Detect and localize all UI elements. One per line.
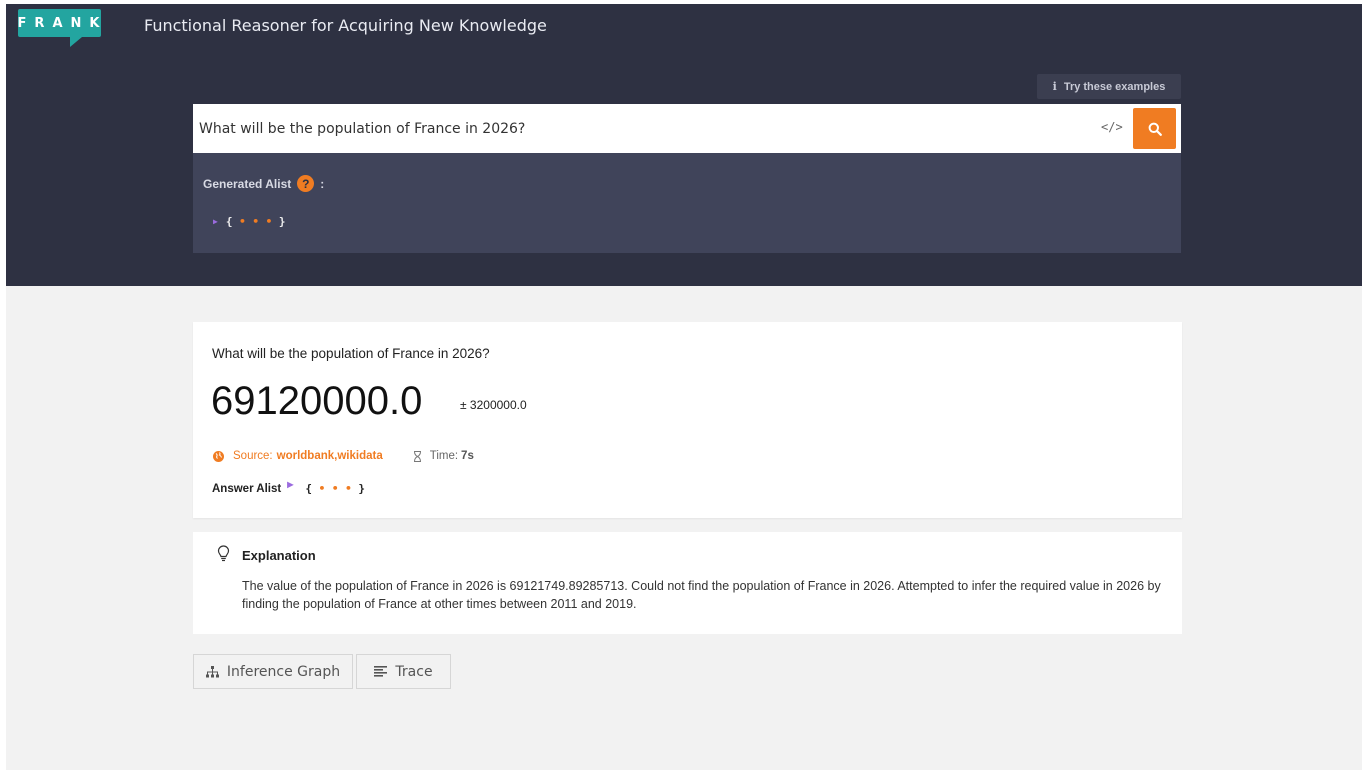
expand-caret-icon[interactable]: ▶: [213, 217, 218, 226]
header: FRANK Functional Reasoner for Acquiring …: [6, 4, 1362, 286]
trace-button[interactable]: Trace: [356, 654, 451, 689]
explanation-text: The value of the population of France in…: [242, 579, 1161, 611]
explanation-card: Explanation The value of the population …: [193, 532, 1182, 634]
app-title: Functional Reasoner for Acquiring New Kn…: [144, 16, 547, 35]
inference-graph-button[interactable]: Inference Graph: [193, 654, 353, 689]
try-examples-label: Try these examples: [1063, 80, 1166, 93]
collapsed-dots: • • •: [239, 215, 273, 228]
sitemap-icon: [205, 665, 219, 677]
hourglass-icon: [413, 450, 421, 462]
lightbulb-icon: [217, 545, 230, 562]
explanation-title: Explanation: [242, 548, 316, 563]
source-value: worldbank,wikidata: [276, 450, 383, 462]
source-label: Source:: [233, 450, 273, 462]
search-bar: </>: [193, 104, 1181, 153]
brace-open: {: [225, 215, 233, 228]
answer-alist: Answer Alist ▶ { • • • }: [212, 480, 365, 495]
generated-alist-tree: ▶ { • • • }: [213, 215, 285, 228]
generated-alist-colon: :: [320, 176, 325, 191]
frank-logo[interactable]: FRANK: [18, 9, 101, 37]
trace-label: Trace: [395, 663, 433, 680]
generated-alist-heading: Generated Alist ? :: [203, 175, 324, 192]
inference-graph-label: Inference Graph: [226, 663, 341, 680]
answer-meta: Source: worldbank,wikidata Time: 7s: [213, 450, 474, 462]
info-icon: i: [1052, 80, 1057, 93]
answer-alist-caret-icon[interactable]: ▶: [287, 480, 293, 489]
answer-brace-open: {: [305, 482, 313, 495]
alist-collapsed-object[interactable]: { • • • }: [226, 215, 286, 228]
answer-alist-collapsed[interactable]: { • • • }: [305, 482, 365, 495]
answer-card: What will be the population of France in…: [193, 322, 1182, 518]
app-frame: FRANK Functional Reasoner for Acquiring …: [6, 4, 1362, 770]
brace-close: }: [278, 215, 286, 228]
answer-value: 69120000.0: [211, 379, 423, 423]
answer-brace-close: }: [358, 482, 366, 495]
time-value: 7s: [461, 450, 474, 462]
answer-collapsed-dots: • • •: [318, 482, 352, 495]
answer-alist-label: Answer Alist: [212, 482, 282, 495]
search-button[interactable]: [1133, 108, 1176, 149]
generated-alist-label: Generated Alist: [203, 176, 292, 191]
generated-alist-panel: Generated Alist ? : ▶ { • • • }: [193, 153, 1181, 253]
align-left-icon: [374, 666, 388, 677]
time-label: Time:: [429, 450, 459, 462]
try-examples-button[interactable]: i Try these examples: [1037, 74, 1181, 99]
globe-icon: [213, 450, 224, 462]
answer-error-bar: ± 3200000.0: [460, 398, 527, 412]
help-icon[interactable]: ?: [297, 175, 315, 192]
search-icon: [1148, 122, 1162, 136]
answer-question: What will be the population of France in…: [212, 346, 490, 361]
code-toggle-icon[interactable]: </>: [1101, 120, 1123, 134]
search-input[interactable]: [193, 104, 1073, 153]
time-group: Time: 7s: [413, 450, 474, 462]
logo-speech-tail: [70, 37, 82, 47]
